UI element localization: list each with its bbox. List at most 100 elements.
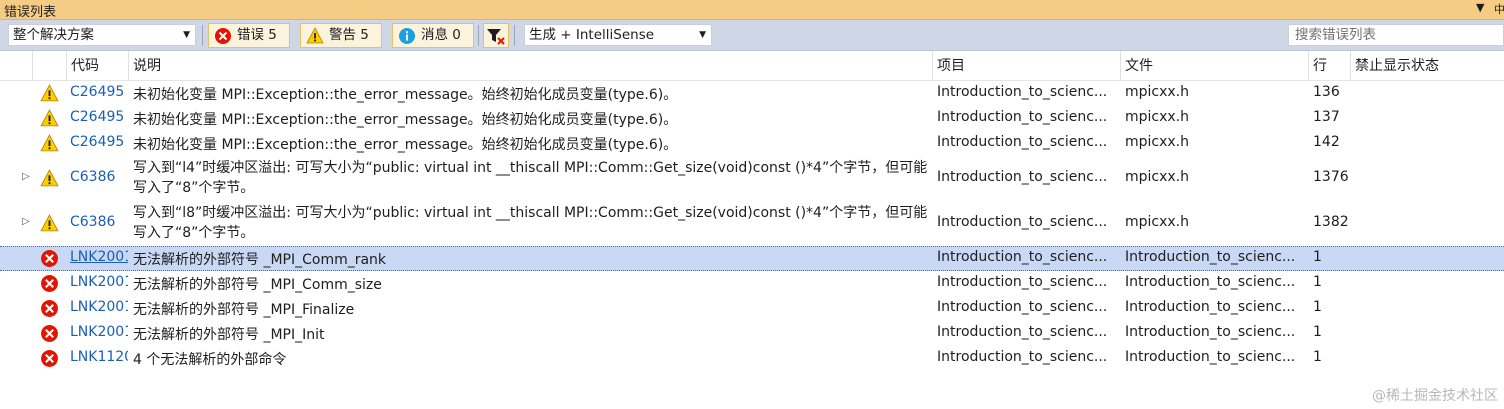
chevron-down-icon: ▼ — [699, 30, 706, 40]
header-code[interactable]: 代码 — [66, 51, 128, 81]
messages-filter-button[interactable]: 消息 0 — [392, 23, 474, 48]
error-code-link[interactable]: C6386 — [70, 214, 128, 230]
expand-triangle-icon[interactable]: ▷ — [22, 216, 30, 227]
error-line: 1382 — [1313, 214, 1349, 230]
error-code-link[interactable]: C26495 — [70, 109, 128, 125]
column-header-row: 代码 说明 项目 文件 行 禁止显示状态 — [0, 51, 1504, 81]
window-title-bar: 错误列表 ▼ 中 — [0, 0, 1504, 20]
messages-filter-label: 消息 0 — [421, 27, 461, 43]
error-description: 未初始化变量 MPI::Exception::the_error_message… — [133, 112, 678, 128]
error-project: Introduction_to_scienc... — [937, 109, 1108, 125]
watermark: @稀土掘金技术社区 — [1372, 388, 1498, 404]
error-file: mpicxx.h — [1125, 134, 1190, 150]
error-code-link[interactable]: LNK2001 — [70, 299, 128, 315]
table-row[interactable]: ▷ C6386 写入到“l4”时缓冲区溢出: 可写大小为“public: vir… — [0, 156, 1504, 201]
errors-filter-button[interactable]: 错误 5 — [208, 23, 290, 48]
error-file: Introduction_to_scienc... — [1125, 299, 1296, 315]
warnings-filter-label: 警告 5 — [329, 27, 369, 43]
info-icon — [399, 28, 415, 44]
header-file[interactable]: 文件 — [1120, 51, 1308, 81]
error-icon — [41, 250, 58, 267]
table-row[interactable]: ▷ C6386 写入到“l8”时缓冲区溢出: 可写大小为“public: vir… — [0, 201, 1504, 246]
window-pin-icon[interactable]: 中 — [1494, 1, 1504, 17]
chevron-down-icon: ▼ — [183, 30, 190, 40]
header-severity[interactable] — [32, 51, 66, 81]
error-project: Introduction_to_scienc... — [937, 214, 1108, 230]
error-description: 无法解析的外部符号 _MPI_Init — [133, 327, 325, 343]
error-code-link[interactable]: LNK1120 — [70, 349, 128, 365]
error-project: Introduction_to_scienc... — [937, 84, 1108, 100]
error-project: Introduction_to_scienc... — [937, 274, 1108, 290]
table-row[interactable]: LNK2001 无法解析的外部符号 _MPI_Finalize Introduc… — [0, 296, 1504, 321]
error-line: 142 — [1313, 134, 1340, 150]
toolbar-divider — [478, 25, 479, 46]
error-file: mpicxx.h — [1125, 169, 1190, 185]
error-code-link[interactable]: C6386 — [70, 169, 128, 185]
scope-dropdown[interactable]: 整个解决方案 ▼ — [8, 24, 196, 46]
table-row[interactable]: C26495 未初始化变量 MPI::Exception::the_error_… — [0, 106, 1504, 131]
window-menu-icon[interactable]: ▼ — [1476, 1, 1484, 14]
filter-icon — [487, 29, 505, 45]
error-code-link[interactable]: C26495 — [70, 134, 128, 150]
warning-icon — [40, 109, 59, 127]
error-file: Introduction_to_scienc... — [1125, 349, 1296, 365]
toolbar: 整个解决方案 ▼ 错误 5 警告 5 消息 0 生成 + IntelliSens… — [0, 20, 1504, 51]
expand-triangle-icon[interactable]: ▷ — [22, 171, 30, 182]
error-file: Introduction_to_scienc... — [1125, 274, 1296, 290]
error-code-link[interactable]: C26495 — [70, 84, 128, 100]
error-code-link[interactable]: LNK2001 — [70, 324, 128, 340]
error-project: Introduction_to_scienc... — [937, 169, 1108, 185]
error-line: 1 — [1313, 349, 1322, 365]
error-file: mpicxx.h — [1125, 109, 1190, 125]
warning-icon — [40, 169, 59, 187]
filter-button[interactable] — [483, 23, 509, 48]
error-icon — [215, 28, 231, 44]
error-line: 1 — [1313, 299, 1322, 315]
header-description[interactable]: 说明 — [128, 51, 932, 81]
toolbar-divider — [202, 25, 203, 46]
error-project: Introduction_to_scienc... — [937, 249, 1108, 265]
error-description: 无法解析的外部符号 _MPI_Comm_size — [133, 277, 382, 293]
scope-value: 整个解决方案 — [13, 27, 94, 43]
error-description: 无法解析的外部符号 _MPI_Comm_rank — [133, 252, 387, 268]
error-line: 1 — [1313, 274, 1322, 290]
table-row[interactable]: LNK2001 无法解析的外部符号 _MPI_Comm_size Introdu… — [0, 271, 1504, 296]
table-row[interactable]: C26495 未初始化变量 MPI::Exception::the_error_… — [0, 81, 1504, 106]
error-line: 1 — [1313, 249, 1322, 265]
error-line: 1 — [1313, 324, 1322, 340]
toolbar-divider — [514, 25, 515, 46]
warning-icon — [306, 27, 324, 44]
error-project: Introduction_to_scienc... — [937, 324, 1108, 340]
error-icon — [41, 350, 58, 367]
error-code-link[interactable]: LNK2001 — [70, 249, 128, 265]
search-input[interactable]: 搜索错误列表 — [1288, 24, 1504, 46]
header-suppression[interactable]: 禁止显示状态 — [1350, 51, 1504, 81]
error-description: 写入到“l4”时缓冲区溢出: 可写大小为“public: virtual int… — [133, 160, 928, 196]
build-filter-value: 生成 + IntelliSense — [529, 27, 655, 43]
error-line: 1376 — [1313, 169, 1349, 185]
header-line[interactable]: 行 — [1308, 51, 1350, 81]
warning-icon — [40, 84, 59, 102]
error-file: mpicxx.h — [1125, 84, 1190, 100]
error-project: Introduction_to_scienc... — [937, 134, 1108, 150]
error-project: Introduction_to_scienc... — [937, 299, 1108, 315]
table-row[interactable]: C26495 未初始化变量 MPI::Exception::the_error_… — [0, 131, 1504, 156]
errors-filter-label: 错误 5 — [237, 27, 277, 43]
error-file: Introduction_to_scienc... — [1125, 324, 1296, 340]
window-title: 错误列表 — [4, 5, 57, 20]
error-project: Introduction_to_scienc... — [937, 349, 1108, 365]
error-line: 136 — [1313, 84, 1340, 100]
build-filter-dropdown[interactable]: 生成 + IntelliSense ▼ — [524, 24, 712, 46]
error-description: 写入到“l8”时缓冲区溢出: 可写大小为“public: virtual int… — [133, 205, 928, 241]
table-row[interactable]: LNK2001 无法解析的外部符号 _MPI_Init Introduction… — [0, 321, 1504, 346]
error-line: 137 — [1313, 109, 1340, 125]
error-icon — [41, 300, 58, 317]
warnings-filter-button[interactable]: 警告 5 — [300, 23, 382, 48]
header-project[interactable]: 项目 — [932, 51, 1120, 81]
warning-icon — [40, 134, 59, 152]
table-row-selected[interactable]: LNK2001 无法解析的外部符号 _MPI_Comm_rank Introdu… — [0, 246, 1504, 271]
error-file: mpicxx.h — [1125, 214, 1190, 230]
error-description: 4 个无法解析的外部命令 — [133, 352, 287, 368]
table-row[interactable]: LNK1120 4 个无法解析的外部命令 Introduction_to_sci… — [0, 346, 1504, 371]
error-code-link[interactable]: LNK2001 — [70, 274, 128, 290]
